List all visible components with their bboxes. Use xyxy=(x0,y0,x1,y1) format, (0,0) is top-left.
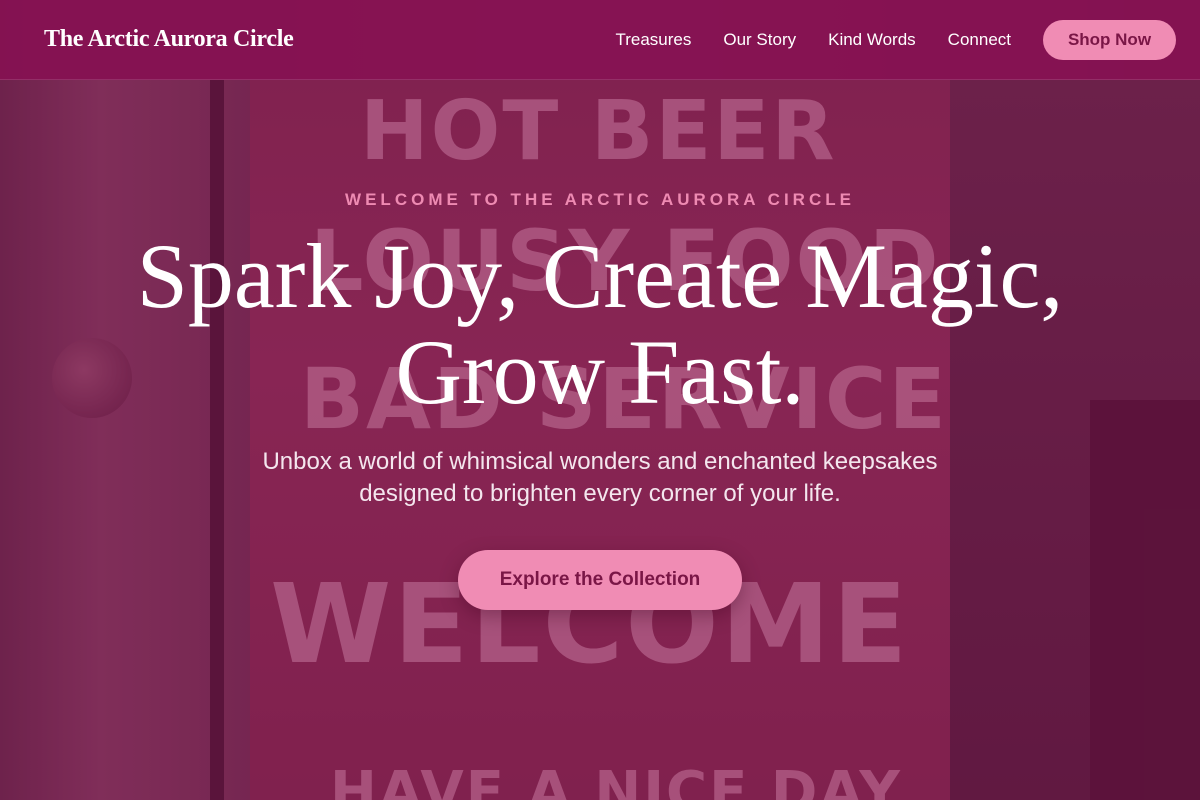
nav-link-our-story[interactable]: Our Story xyxy=(723,30,796,50)
site-header: The Arctic Aurora Circle Treasures Our S… xyxy=(0,0,1200,80)
hero-section: WELCOME TO THE ARCTIC AURORA CIRCLE Spar… xyxy=(0,80,1200,800)
hero-subtext: Unbox a world of whimsical wonders and e… xyxy=(262,448,938,507)
nav-link-treasures[interactable]: Treasures xyxy=(615,30,691,50)
hero-eyebrow: WELCOME TO THE ARCTIC AURORA CIRCLE xyxy=(345,190,855,209)
nav-link-kind-words[interactable]: Kind Words xyxy=(828,30,916,50)
hero-headline-line-1: Spark Joy, Create Magic, xyxy=(136,225,1064,327)
nav-link-connect[interactable]: Connect xyxy=(948,30,1011,50)
brand-logo[interactable]: The Arctic Aurora Circle xyxy=(44,26,294,53)
main-nav: Treasures Our Story Kind Words Connect S… xyxy=(615,19,1176,60)
shop-now-button[interactable]: Shop Now xyxy=(1043,19,1176,60)
hero-headline: Spark Joy, Create Magic, Grow Fast. xyxy=(0,228,1200,420)
explore-collection-button[interactable]: Explore the Collection xyxy=(458,550,742,610)
hero-headline-line-2: Grow Fast. xyxy=(395,321,805,423)
